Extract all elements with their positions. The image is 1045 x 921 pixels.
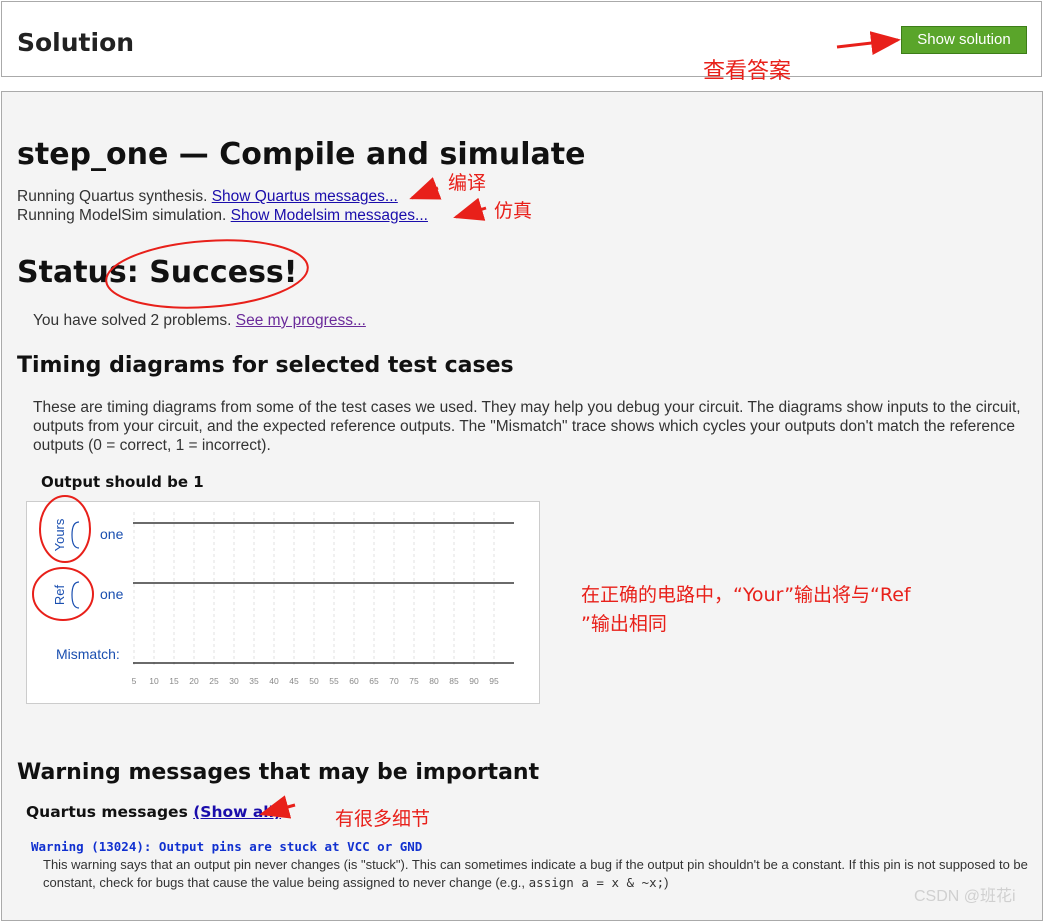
answer-arrow bbox=[836, 31, 901, 55]
note-line-2: ”输出相同 bbox=[581, 613, 667, 635]
compile-annotation: 编译 bbox=[448, 172, 487, 194]
details-arrow bbox=[259, 795, 296, 819]
compile-arrow bbox=[409, 177, 442, 200]
answer-annotation: 查看答案 bbox=[703, 59, 792, 84]
success-circle bbox=[105, 239, 309, 309]
annotation-overlay bbox=[32, 31, 901, 819]
simulate-annotation: 仿真 bbox=[494, 200, 533, 222]
yours-circle bbox=[39, 495, 91, 563]
watermark: CSDN @班花i bbox=[914, 888, 1016, 905]
ref-circle bbox=[32, 567, 94, 621]
note-line-1: 在正确的电路中，“Your”输出将与“Ref bbox=[581, 584, 911, 606]
simulate-arrow bbox=[453, 197, 487, 221]
details-annotation: 有很多细节 bbox=[335, 808, 431, 830]
